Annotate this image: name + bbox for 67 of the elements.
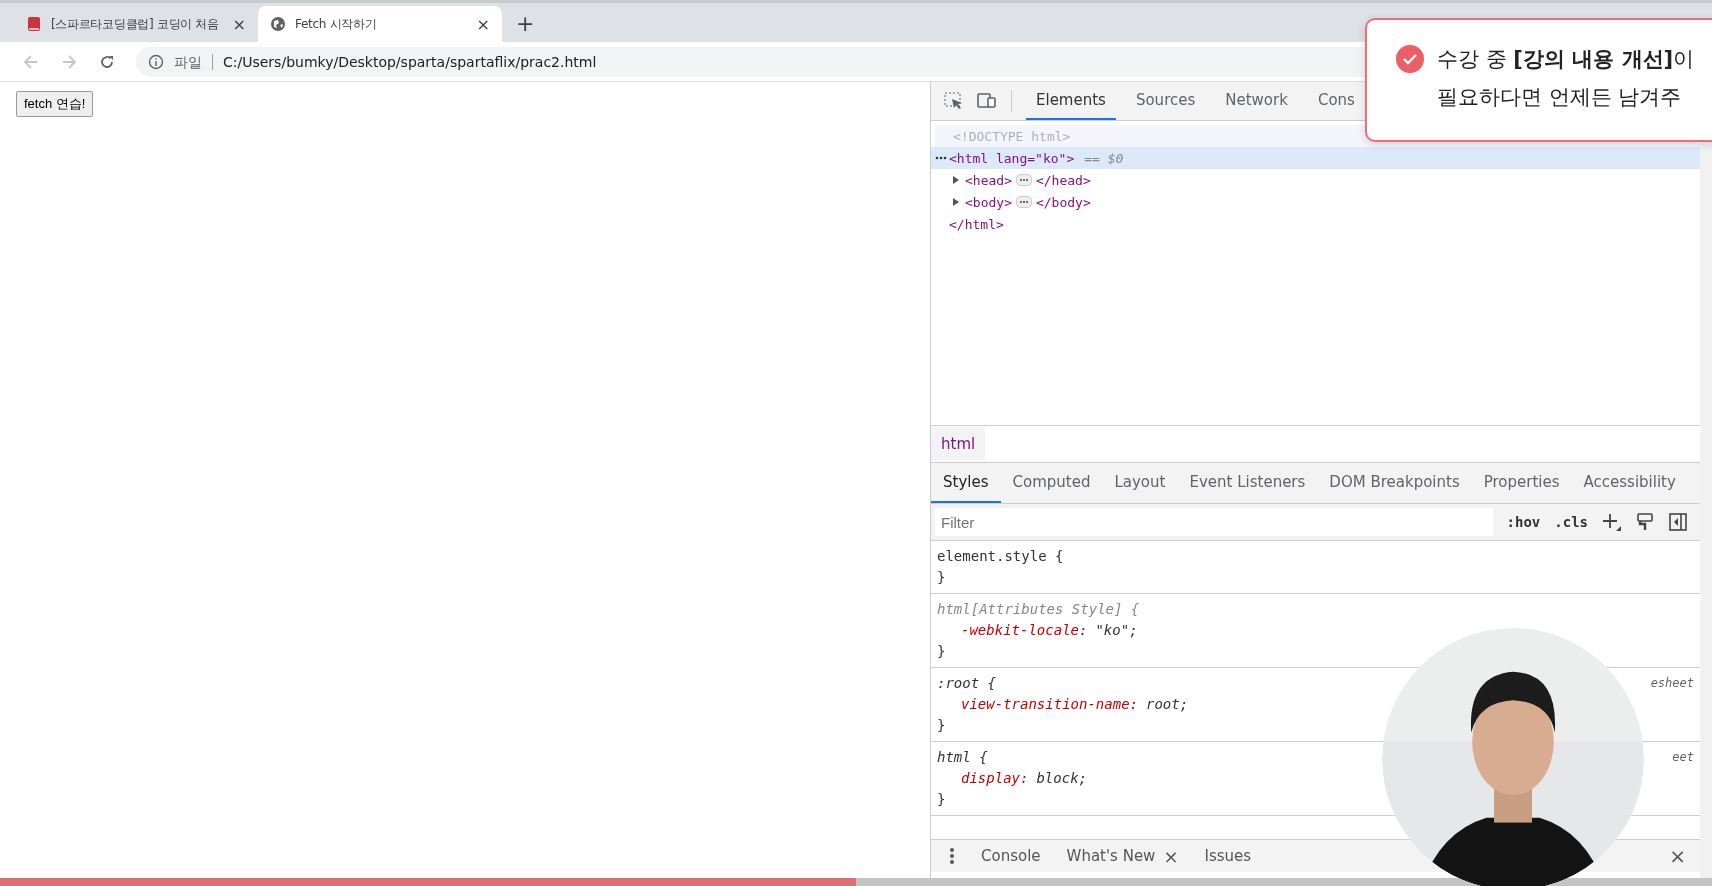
tab-title: [스파르타코딩클럽] 코딩이 처음 bbox=[51, 15, 220, 33]
styles-pane-tab[interactable]: Layout bbox=[1102, 463, 1178, 503]
drawer-tab[interactable]: Console bbox=[981, 847, 1041, 865]
css-value[interactable]: block; bbox=[1036, 769, 1087, 786]
book-icon bbox=[26, 16, 42, 32]
check-circle-icon bbox=[1395, 44, 1425, 74]
ellipsis-icon[interactable] bbox=[1015, 196, 1032, 208]
css-property[interactable]: -webkit-locale: bbox=[961, 621, 1088, 638]
closing-brace: } bbox=[937, 790, 946, 807]
close-tab-button[interactable]: × bbox=[232, 14, 246, 34]
globe-icon bbox=[270, 16, 286, 32]
dom-selection-marker: == $0 bbox=[1084, 150, 1124, 166]
close-tab-button[interactable]: × bbox=[1163, 845, 1179, 867]
browser-tab[interactable]: [스파르타코딩클럽] 코딩이 처음 × bbox=[14, 6, 258, 42]
paint-roller-icon[interactable] bbox=[1636, 512, 1654, 532]
css-property[interactable]: display: bbox=[961, 769, 1029, 786]
devtools-tab[interactable]: Elements bbox=[1026, 82, 1116, 120]
css-property[interactable]: view-transition-name: bbox=[961, 695, 1138, 712]
closing-brace: } bbox=[937, 642, 946, 659]
css-value[interactable]: "ko"; bbox=[1095, 621, 1138, 638]
ellipsis-icon[interactable] bbox=[935, 156, 947, 160]
dom-close-tag: </head> bbox=[1035, 172, 1091, 188]
devtools-tab[interactable]: Sources bbox=[1125, 82, 1206, 120]
collapsed-triangle-icon[interactable] bbox=[951, 197, 961, 207]
more-options-icon[interactable] bbox=[949, 847, 955, 865]
dom-node[interactable]: <html lang="ko"> bbox=[949, 150, 1075, 166]
devtools-tab[interactable]: Cons bbox=[1307, 82, 1365, 120]
dom-close-tag: </body> bbox=[1035, 194, 1091, 210]
dom-node[interactable]: <body> bbox=[965, 194, 1012, 210]
collapsed-triangle-icon[interactable] bbox=[951, 175, 961, 185]
ellipsis-icon[interactable] bbox=[1015, 174, 1032, 186]
css-selector: html { bbox=[937, 748, 988, 765]
css-selector: element.style { bbox=[937, 547, 1064, 564]
video-progress-track[interactable] bbox=[0, 878, 1712, 886]
dom-node[interactable]: <head> bbox=[965, 172, 1012, 188]
stylesheet-source[interactable]: esheet bbox=[1650, 675, 1694, 690]
tab-title: Fetch 시작하기 bbox=[295, 15, 378, 33]
styles-pane-tab[interactable]: Computed bbox=[1000, 463, 1103, 503]
plus-icon[interactable] bbox=[1602, 512, 1622, 532]
breadcrumb-item[interactable]: html bbox=[931, 427, 986, 461]
sidebar-toggle-icon[interactable] bbox=[1668, 512, 1688, 532]
css-selector: :root { bbox=[937, 674, 996, 691]
browser-tab[interactable]: Fetch 시작하기 × bbox=[258, 6, 502, 42]
filter-field[interactable]: Filter bbox=[935, 508, 1493, 536]
css-selector: html[Attributes Style] { bbox=[937, 600, 1140, 617]
class-button[interactable]: .cls bbox=[1554, 514, 1588, 530]
device-icon[interactable] bbox=[975, 91, 997, 111]
closing-brace: } bbox=[937, 568, 946, 585]
notification-text: 필요하다면 언제든 남겨주 bbox=[1437, 84, 1683, 111]
styles-pane-tab[interactable]: Properties bbox=[1471, 463, 1572, 503]
styles-pane-tab[interactable]: Event Listeners bbox=[1177, 463, 1318, 503]
notification-text: 수강 중 [강의 내용 개선]이 bbox=[1437, 46, 1695, 73]
new-tab-button[interactable]: + bbox=[516, 11, 535, 36]
hover-state-button[interactable]: :hov bbox=[1506, 514, 1541, 530]
drawer-tab[interactable]: What's New × bbox=[1066, 845, 1179, 867]
styles-pane-tab[interactable]: Accessibility bbox=[1571, 463, 1688, 503]
dom-close-tag: </html> bbox=[949, 216, 1004, 232]
close-drawer-button[interactable]: × bbox=[1669, 844, 1686, 868]
devtools-tab[interactable]: Network bbox=[1215, 82, 1298, 120]
closing-brace: } bbox=[937, 716, 946, 733]
stylesheet-source[interactable]: eet bbox=[1672, 749, 1694, 764]
close-tab-button[interactable]: × bbox=[476, 14, 490, 34]
fetch-button[interactable]: fetch 연습! bbox=[16, 91, 94, 117]
css-value[interactable]: root; bbox=[1146, 695, 1189, 712]
drawer-tab[interactable]: Issues bbox=[1204, 847, 1252, 865]
info-icon bbox=[148, 53, 164, 70]
styles-pane-tab[interactable]: DOM Breakpoints bbox=[1317, 463, 1472, 503]
